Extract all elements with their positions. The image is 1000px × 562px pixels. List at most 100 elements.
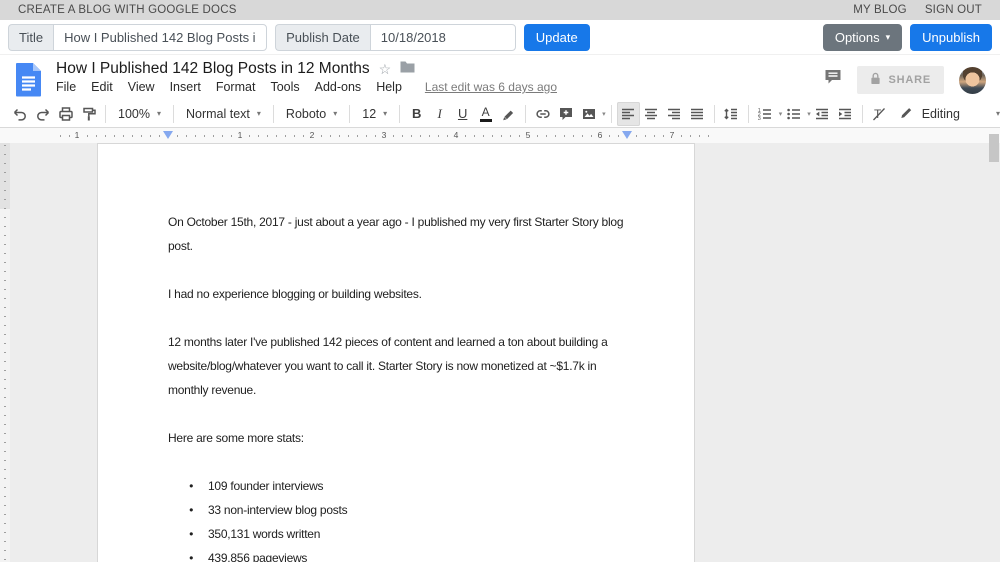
paragraph[interactable]: Here are some more stats: (168, 426, 624, 450)
ruler-number: 3 (379, 130, 389, 141)
menu-insert[interactable]: Insert (170, 80, 201, 94)
title-field-label: Title (8, 23, 54, 51)
font-size-select[interactable]: 12 ▾ (355, 102, 394, 126)
pencil-icon (899, 105, 914, 123)
toolbar-separator (525, 104, 527, 123)
chevron-down-icon: ▾ (383, 108, 388, 118)
document-content[interactable]: On October 15th, 2017 - just about a yea… (98, 144, 694, 562)
bold-button[interactable]: B (405, 102, 428, 126)
doc-title-row: How I Published 142 Blog Posts in 12 Mon… (56, 60, 824, 78)
workspace: On October 15th, 2017 - just about a yea… (0, 143, 1000, 562)
chevron-down-icon: ▾ (995, 108, 1000, 118)
horizontal-ruler[interactable]: 1 1 2 3 4 5 6 7 (0, 128, 1000, 143)
zoom-value: 100% (118, 106, 150, 121)
unpublish-button[interactable]: Unpublish (910, 23, 992, 51)
update-button[interactable]: Update (523, 23, 590, 51)
print-button[interactable] (54, 102, 77, 126)
align-right-button[interactable] (663, 102, 686, 126)
menu-help[interactable]: Help (376, 80, 402, 94)
doc-header-main: How I Published 142 Blog Posts in 12 Mon… (56, 60, 824, 100)
menu-tools[interactable]: Tools (270, 80, 299, 94)
ruler-number: 7 (667, 130, 677, 141)
document-page[interactable]: On October 15th, 2017 - just about a yea… (97, 143, 695, 562)
menu-edit[interactable]: Edit (91, 80, 113, 94)
align-center-button[interactable] (640, 102, 663, 126)
title-input[interactable] (53, 23, 268, 51)
zoom-select[interactable]: 100% ▾ (111, 102, 168, 126)
decrease-indent-button[interactable] (811, 102, 834, 126)
font-select[interactable]: Roboto ▾ (279, 102, 344, 126)
doc-header: How I Published 142 Blog Posts in 12 Mon… (0, 55, 1000, 100)
chevron-down-icon: ▾ (256, 108, 261, 118)
paragraph[interactable]: On October 15th, 2017 - just about a yea… (168, 210, 624, 258)
list-item[interactable]: 109 founder interviews (168, 474, 624, 498)
left-indent-marker[interactable] (163, 131, 173, 139)
menu-format[interactable]: Format (216, 80, 256, 94)
paragraph-style-value: Normal text (186, 106, 250, 121)
share-button-label: SHARE (888, 74, 931, 86)
star-icon[interactable]: ☆ (379, 61, 392, 78)
list-item[interactable]: 33 non-interview blog posts (168, 498, 624, 522)
doc-title[interactable]: How I Published 142 Blog Posts in 12 Mon… (56, 60, 370, 78)
vertical-ruler[interactable] (0, 143, 10, 562)
ruler-number: 1 (235, 130, 245, 141)
menu-view[interactable]: View (128, 80, 155, 94)
undo-button[interactable] (8, 102, 31, 126)
numbered-list-button[interactable]: 1 2 3 (754, 102, 777, 126)
ruler-number: 6 (595, 130, 605, 141)
bulleted-list-button[interactable] (782, 102, 805, 126)
align-justify-button[interactable] (686, 102, 709, 126)
clear-formatting-button[interactable]: T (868, 102, 891, 126)
underline-button[interactable]: U (451, 102, 474, 126)
insert-link-button[interactable] (531, 102, 554, 126)
increase-indent-button[interactable] (834, 102, 857, 126)
chevron-down-icon: ▾ (333, 108, 338, 118)
align-left-button[interactable] (616, 101, 640, 126)
last-edit-link[interactable]: Last edit was 6 days ago (425, 80, 557, 94)
mode-select[interactable]: Editing ▾ (891, 105, 1000, 123)
text-color-button[interactable]: A (474, 102, 497, 126)
avatar[interactable] (959, 66, 986, 94)
share-button[interactable]: SHARE (857, 66, 944, 94)
paragraph[interactable]: I had no experience blogging or building… (168, 282, 624, 306)
chevron-down-icon: ▾ (156, 108, 161, 118)
insert-image-button[interactable] (577, 102, 600, 126)
app-bar: CREATE A BLOG WITH GOOGLE DOCS MY BLOG S… (0, 0, 1000, 20)
sign-out-link[interactable]: SIGN OUT (925, 4, 982, 16)
toolbar-right: Editing ▾ (891, 102, 1000, 126)
right-margin-marker[interactable] (622, 131, 632, 139)
app-bar-title: CREATE A BLOG WITH GOOGLE DOCS (18, 4, 237, 16)
ruler-number: 2 (307, 130, 317, 141)
toolbar-separator (747, 104, 749, 123)
list-item[interactable]: 350,131 words written (168, 522, 624, 546)
toolbar-separator (399, 104, 401, 123)
insert-image-caret-icon[interactable]: ▾ (602, 110, 606, 118)
menu-file[interactable]: File (56, 80, 76, 94)
paragraph[interactable]: 12 months later I've published 142 piece… (168, 330, 624, 402)
options-button[interactable]: Options ▾ (822, 23, 903, 51)
google-docs-icon[interactable] (15, 62, 42, 100)
italic-button[interactable]: I (428, 102, 451, 126)
app-bar-links: MY BLOG SIGN OUT (853, 4, 982, 16)
highlight-color-button[interactable] (497, 102, 520, 126)
publish-date-input[interactable] (369, 23, 516, 51)
options-button-label: Options (834, 29, 880, 45)
ruler-number: 1 (72, 130, 82, 141)
publish-bar: Title Publish Date Update Options ▾ Unpu… (0, 20, 1000, 55)
paragraph-style-select[interactable]: Normal text ▾ (179, 102, 268, 126)
my-blog-link[interactable]: MY BLOG (853, 4, 907, 16)
toolbar-separator (861, 104, 863, 123)
toolbar-separator (713, 104, 715, 123)
svg-text:3: 3 (758, 116, 761, 122)
insert-comment-button[interactable] (554, 102, 577, 126)
list-item[interactable]: 439,856 pageviews (168, 546, 624, 562)
redo-button[interactable] (31, 102, 54, 126)
scrollbar-thumb[interactable] (989, 134, 999, 162)
menu-addons[interactable]: Add-ons (315, 80, 362, 94)
font-size-value: 12 (362, 106, 377, 121)
line-spacing-button[interactable] (720, 102, 743, 126)
comment-history-icon[interactable] (824, 69, 842, 91)
folder-icon[interactable] (400, 60, 415, 78)
toolbar-separator (105, 104, 106, 123)
paint-format-button[interactable] (77, 102, 100, 126)
